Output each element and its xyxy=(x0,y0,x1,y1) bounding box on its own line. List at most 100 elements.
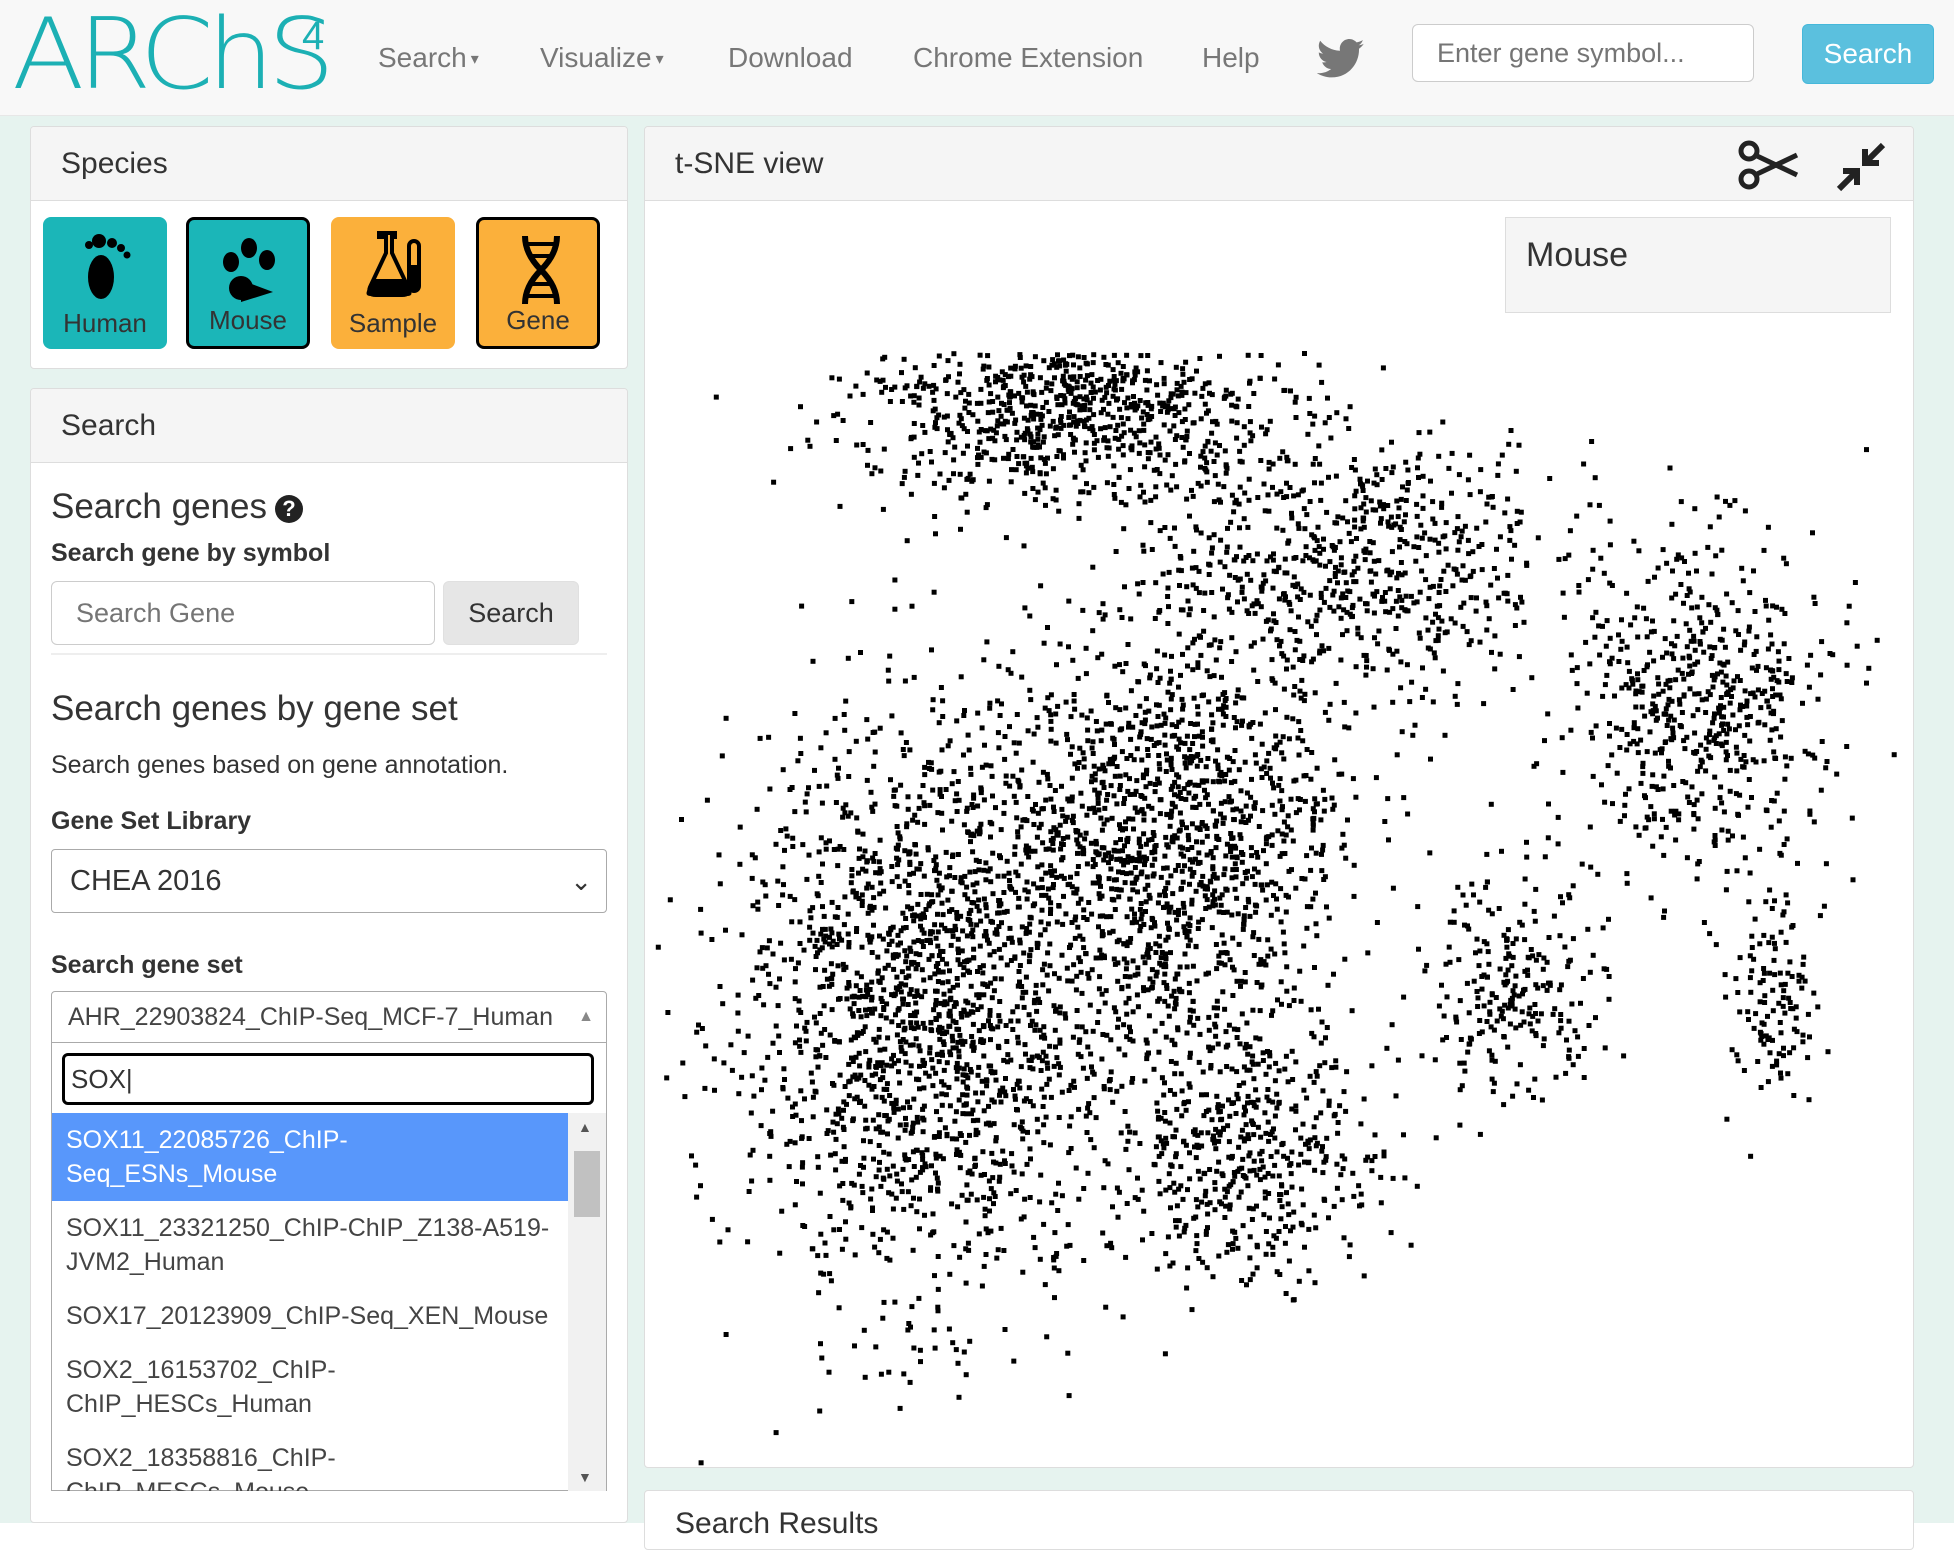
tsne-point xyxy=(854,929,859,934)
tsne-point xyxy=(1386,646,1392,652)
nav-download-link[interactable]: Download xyxy=(728,38,853,78)
tsne-point xyxy=(869,1072,875,1078)
archs4-logo[interactable]: ARChS 4 xyxy=(12,6,335,104)
compress-icon[interactable] xyxy=(1835,141,1887,193)
tsne-point xyxy=(815,1253,821,1259)
species-human-button[interactable]: Human xyxy=(43,217,167,349)
tsne-point xyxy=(1137,494,1143,500)
tsne-point xyxy=(1089,424,1095,430)
gene-set-option[interactable]: SOX11_23321250_ChIP-ChIP_Z138-A519-JVM2_… xyxy=(52,1201,568,1289)
gene-button[interactable]: Gene xyxy=(476,217,600,349)
tsne-point xyxy=(1062,1011,1068,1017)
tsne-point xyxy=(1137,858,1143,864)
species-mouse-button[interactable]: Mouse xyxy=(186,217,310,349)
tsne-point xyxy=(961,752,966,758)
tsne-point xyxy=(1202,401,1208,407)
tsne-point xyxy=(1223,853,1229,859)
top-search-button[interactable]: Search xyxy=(1802,24,1934,84)
gene-set-option[interactable]: SOX11_22085726_ChIP-Seq_ESNs_Mouse xyxy=(52,1113,568,1201)
tsne-point xyxy=(1173,867,1179,873)
tsne-point xyxy=(981,1263,987,1269)
gene-symbol-search-input[interactable] xyxy=(1412,24,1754,82)
tsne-point xyxy=(1313,890,1318,896)
tsne-point xyxy=(1403,459,1409,465)
scissors-icon[interactable] xyxy=(1735,137,1805,193)
tsne-point xyxy=(1281,941,1287,947)
tsne-point xyxy=(1004,962,1010,968)
tsne-point xyxy=(922,988,928,994)
tsne-point xyxy=(955,1360,961,1366)
tsne-point xyxy=(1384,667,1390,673)
search-gene-button[interactable]: Search xyxy=(443,581,579,645)
gene-set-option[interactable]: SOX2_16153702_ChIP-ChIP_HESCs_Human xyxy=(52,1343,568,1431)
gene-set-select[interactable]: AHR_22903824_ChIP-Seq_MCF-7_Human ▲ xyxy=(51,991,607,1043)
tsne-point xyxy=(1204,469,1210,475)
nav-help-link[interactable]: Help xyxy=(1202,38,1260,78)
nav-search-menu[interactable]: Search ▾ xyxy=(378,38,479,80)
gene-set-filter-input[interactable]: SOX| xyxy=(62,1053,594,1105)
tsne-point xyxy=(1074,973,1080,979)
gene-set-library-select[interactable]: CHEA 2016 ⌄ xyxy=(51,849,607,913)
tsne-point xyxy=(1270,1008,1276,1014)
tsne-point xyxy=(1142,886,1148,892)
dropdown-scrollbar[interactable]: ▲ ▼ xyxy=(568,1113,606,1491)
tsne-point xyxy=(1040,439,1046,445)
nav-chrome-extension-link[interactable]: Chrome Extension xyxy=(913,38,1143,78)
tsne-point xyxy=(1349,465,1355,470)
tsne-point xyxy=(1232,886,1238,892)
search-gene-input[interactable] xyxy=(51,581,435,645)
tsne-point xyxy=(1306,395,1312,401)
tsne-point xyxy=(945,358,951,364)
gene-set-option[interactable]: SOX17_20123909_ChIP-Seq_XEN_Mouse xyxy=(52,1289,568,1343)
tsne-point xyxy=(1258,458,1264,463)
tsne-point xyxy=(1386,837,1391,843)
tsne-point xyxy=(1202,590,1208,596)
tsne-point xyxy=(1190,741,1196,746)
scroll-down-icon[interactable]: ▼ xyxy=(578,1469,592,1485)
tsne-point xyxy=(896,1069,901,1075)
tsne-point xyxy=(1651,693,1657,699)
tsne-point xyxy=(1048,829,1054,835)
tsne-point xyxy=(1727,788,1733,794)
tsne-point xyxy=(1028,1156,1033,1162)
tsne-point xyxy=(1776,658,1782,664)
tsne-point xyxy=(1051,882,1056,887)
tsne-point xyxy=(1203,764,1209,770)
tsne-point xyxy=(781,1066,787,1072)
tsne-point xyxy=(873,1126,879,1132)
tsne-point xyxy=(975,461,981,467)
tsne-point xyxy=(909,1304,915,1310)
tsne-point xyxy=(909,959,915,965)
tsne-point xyxy=(1141,427,1147,433)
tsne-point xyxy=(1341,569,1347,575)
twitter-icon[interactable] xyxy=(1317,38,1365,80)
scroll-up-icon[interactable]: ▲ xyxy=(578,1119,592,1135)
tsne-point xyxy=(1711,715,1717,721)
tsne-point xyxy=(1187,1014,1193,1020)
tsne-point xyxy=(902,1152,908,1158)
tsne-point xyxy=(1069,920,1075,925)
nav-visualize-menu[interactable]: Visualize ▾ xyxy=(540,38,664,80)
caret-down-icon: ▾ xyxy=(470,50,479,68)
tsne-point xyxy=(814,419,820,425)
tsne-point xyxy=(800,1160,806,1166)
tsne-point xyxy=(1023,363,1029,369)
sample-button[interactable]: Sample xyxy=(331,217,455,349)
gene-set-option[interactable]: SOX2_18358816_ChIP-ChIP_MESCs_Mouse xyxy=(52,1431,568,1491)
tsne-point xyxy=(1185,598,1191,604)
tsne-point xyxy=(1234,693,1240,699)
tsne-point xyxy=(1619,685,1625,691)
tsne-point xyxy=(1080,850,1086,856)
tsne-point xyxy=(1343,580,1349,586)
tsne-scatter-plot[interactable] xyxy=(645,201,1913,1467)
tsne-point xyxy=(1186,837,1192,843)
question-icon[interactable]: ? xyxy=(274,494,303,523)
tsne-point xyxy=(944,1133,950,1139)
tsne-point xyxy=(873,1064,879,1069)
tsne-point xyxy=(1108,783,1114,789)
tsne-point xyxy=(1746,777,1752,782)
tsne-point xyxy=(1230,993,1236,998)
tsne-point xyxy=(1169,733,1175,739)
scroll-thumb[interactable] xyxy=(574,1151,600,1217)
tsne-point xyxy=(903,959,909,965)
